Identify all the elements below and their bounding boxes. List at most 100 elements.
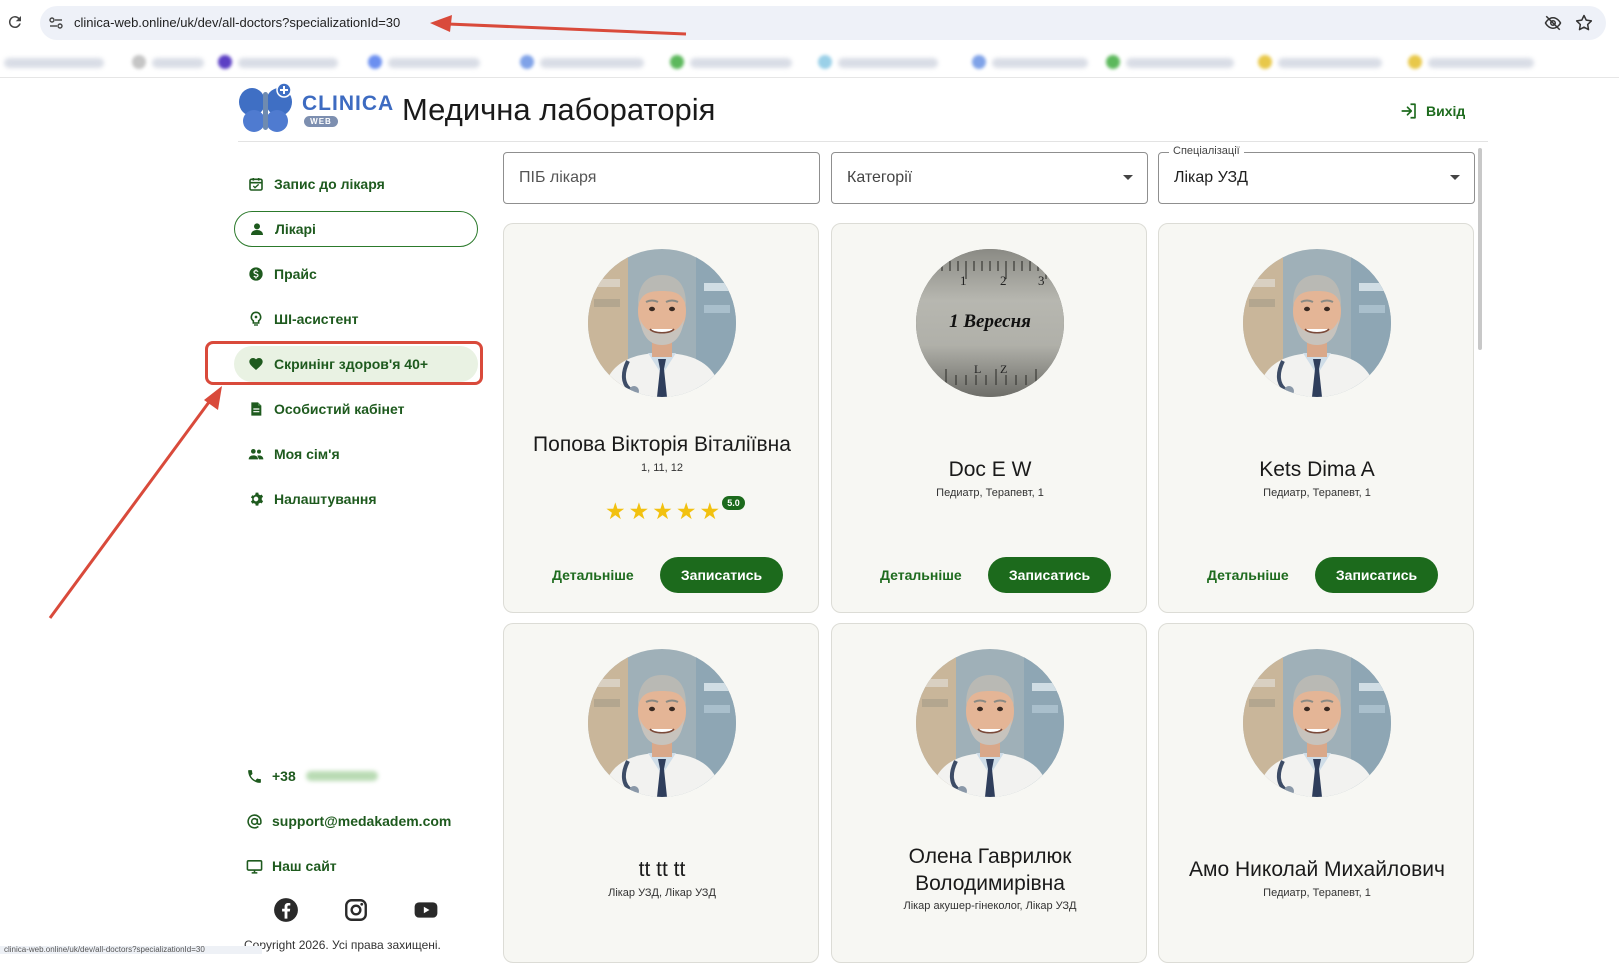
doctor-card[interactable]: 1 2 3 1 Вересня L Z Doc E W Педиатр, Тер…	[831, 223, 1147, 613]
bookmark-item[interactable]	[992, 58, 1088, 68]
bookmark-favicon-icon	[1408, 55, 1422, 69]
doctor-card[interactable]: tt tt tt Лікар УЗД, Лікар УЗД	[503, 623, 819, 963]
annotation-arrow-screening	[48, 397, 214, 619]
header-divider	[238, 141, 1488, 142]
rating-stars: ★ ★ ★ ★ ★	[605, 500, 720, 523]
eye-off-icon[interactable]	[1544, 14, 1562, 32]
doctor-portrait-icon	[588, 249, 736, 397]
youtube-icon[interactable]	[413, 897, 439, 923]
bookmark-favicon-icon	[818, 55, 832, 69]
doctor-specializations: Лікар УЗД, Лікар УЗД	[608, 887, 716, 899]
bookmark-favicon-icon	[1106, 55, 1120, 69]
doctor-name: tt tt tt	[638, 858, 686, 881]
details-link[interactable]: Детальніше	[1207, 567, 1289, 583]
doctor-portrait-icon	[1243, 649, 1391, 797]
sidebar-item-doctors[interactable]: Лікарі	[234, 211, 478, 247]
star-icon: ★	[675, 498, 697, 524]
book-appointment-button[interactable]: Записатись	[988, 557, 1111, 593]
svg-text:Z: Z	[1000, 362, 1007, 376]
logout-button[interactable]: Вихід	[1400, 100, 1465, 122]
copyright-text: Copyright 2026. Усі права захищені.	[244, 938, 441, 952]
group-icon	[248, 449, 264, 460]
star-icon: ★	[605, 498, 626, 524]
scrollbar-thumb[interactable]	[1478, 148, 1482, 350]
star-icon: ★	[628, 498, 650, 524]
bookmark-item[interactable]	[838, 58, 938, 68]
sidebar-item-settings[interactable]: Налаштування	[234, 481, 478, 517]
website-link[interactable]: Наш сайт	[272, 858, 337, 874]
person-icon	[251, 223, 263, 235]
doctor-name: Kets Dima A	[1259, 458, 1375, 481]
bookmark-item[interactable]	[388, 58, 480, 68]
specialization-select[interactable]: Спеціалізації Лікар УЗД	[1158, 145, 1475, 204]
instagram-icon[interactable]	[343, 897, 369, 923]
status-bar-url: clinica-web.online/uk/dev/all-doctors?sp…	[0, 946, 262, 954]
book-appointment-button[interactable]: Записатись	[1315, 557, 1438, 593]
dollar-icon	[249, 267, 263, 281]
lightbulb-icon	[250, 311, 262, 326]
reload-icon[interactable]	[6, 13, 24, 31]
rating-badge: 5.0	[722, 496, 745, 510]
doctor-photo	[1243, 249, 1391, 397]
phone-number-redacted	[305, 771, 378, 781]
logout-label: Вихід	[1426, 103, 1466, 119]
url-text[interactable]: clinica-web.online/uk/dev/all-doctors?sp…	[74, 15, 400, 30]
doctor-photo	[588, 649, 736, 797]
contact-email[interactable]: support@medakadem.com	[246, 810, 451, 832]
sidebar-item-price[interactable]: Прайс	[234, 256, 478, 292]
doctor-card[interactable]: Амо Николай Михайлович Педиатр, Терапевт…	[1158, 623, 1474, 963]
doctor-card[interactable]: Kets Dima A Педиатр, Терапевт, 1 Детальн…	[1158, 223, 1474, 613]
doctor-name-input[interactable]	[504, 153, 819, 203]
facebook-icon[interactable]	[273, 897, 299, 923]
sidebar-item-ai-assistant[interactable]: ШІ-асистент	[234, 301, 478, 337]
doctor-photo	[916, 649, 1064, 797]
arrow-head-icon	[204, 386, 222, 410]
bookmark-item[interactable]	[1126, 58, 1234, 68]
star-icon: ★	[652, 498, 673, 524]
sidebar-item-label: Лікарі	[275, 221, 316, 237]
book-appointment-button[interactable]: Записатись	[660, 557, 783, 593]
bookmark-item[interactable]	[690, 58, 792, 68]
monitor-icon	[246, 859, 263, 874]
bookmark-item[interactable]	[1278, 58, 1382, 68]
bookmark-favicon-icon	[132, 55, 146, 69]
ruler-photo-icon: 1 2 3 1 Вересня L Z	[916, 249, 1064, 397]
doctor-photo	[588, 249, 736, 397]
sidebar-item-label: Особистий кабінет	[274, 401, 405, 417]
bookmark-item[interactable]	[238, 58, 338, 68]
email-link[interactable]: support@medakadem.com	[272, 813, 451, 829]
bookmark-favicon-icon	[520, 55, 534, 69]
address-bar[interactable]: clinica-web.online/uk/dev/all-doctors?sp…	[40, 6, 1606, 40]
sidebar-item-personal-cabinet[interactable]: Особистий кабінет	[234, 391, 478, 427]
bookmark-star-icon[interactable]	[1574, 13, 1594, 33]
sidebar-item-family[interactable]: Моя сім'я	[234, 436, 478, 472]
bookmark-item[interactable]	[152, 58, 204, 68]
doctor-specializations: Педиатр, Терапевт, 1	[1263, 887, 1371, 899]
sidebar-item-label: Прайс	[274, 266, 317, 282]
chevron-down-icon	[1450, 175, 1460, 180]
bookmark-item[interactable]	[540, 58, 644, 68]
sidebar-item-label: ШІ-асистент	[274, 311, 359, 327]
doctor-name-search-field[interactable]	[503, 152, 820, 204]
doctor-card[interactable]: Попова Вікторія Віталіївна 1, 11, 12 ★ ★ ★…	[503, 223, 819, 613]
doctor-portrait-icon	[916, 649, 1064, 797]
doctor-name: Doc E W	[948, 458, 1032, 481]
contact-phone[interactable]: +38	[246, 765, 378, 787]
site-info-icon[interactable]	[48, 15, 64, 31]
doctor-card[interactable]: Олена Гаврилюк Володимирівна Лікар акуше…	[831, 623, 1147, 963]
page-title: Медична лабораторія	[402, 92, 716, 127]
chevron-down-icon	[1123, 175, 1133, 180]
doctor-name: Олена Гаврилюк Володимирівна	[908, 845, 1072, 895]
category-select[interactable]: Категорії	[831, 152, 1148, 204]
contact-website[interactable]: Наш сайт	[246, 855, 337, 877]
details-link[interactable]: Детальніше	[552, 567, 634, 583]
doctor-specializations: 1, 11, 12	[641, 462, 683, 474]
phone-prefix: +38	[272, 768, 296, 784]
sidebar-item-appointment[interactable]: Запис до лікаря	[234, 166, 478, 202]
bookmark-item[interactable]	[4, 58, 104, 68]
browser-toolbar: clinica-web.online/uk/dev/all-doctors?sp…	[0, 0, 1619, 46]
details-link[interactable]: Детальніше	[880, 567, 962, 583]
doctor-portrait-icon	[1243, 249, 1391, 397]
bookmark-favicon-icon	[670, 55, 684, 69]
bookmark-item[interactable]	[1428, 58, 1534, 68]
